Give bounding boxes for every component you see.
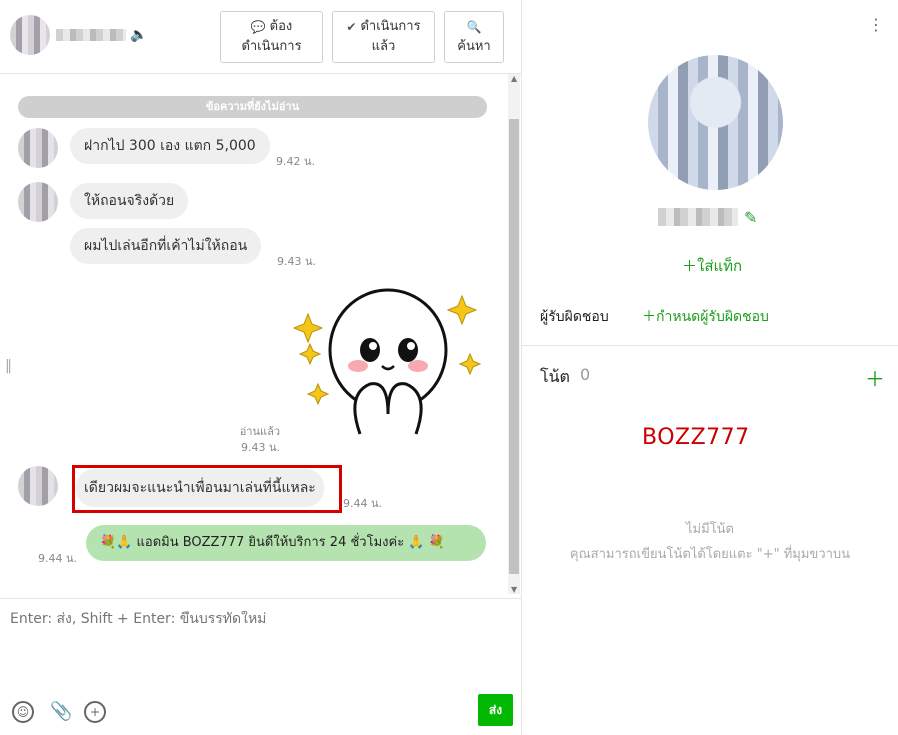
pencil-icon[interactable]: ✎ (744, 208, 757, 227)
chat-pane: 🔈 💬 ต้อง ดำเนินการ ✔ ดำเนินการ แล้ว 🔍 ค้นห… (0, 0, 522, 735)
message-time: 9.44 น. (343, 497, 383, 510)
resize-handle[interactable]: ‖ (5, 358, 12, 374)
follow-up-button[interactable]: 💬 ต้อง ดำเนินการ (220, 11, 323, 63)
resolved-label-1: ดำเนินการ (360, 19, 421, 34)
add-tag-label: ใส่แท็ก (697, 257, 743, 275)
add-tag-button[interactable]: ＋ใส่แท็ก (682, 254, 742, 278)
follow-up-label-2: ดำเนินการ (241, 39, 302, 54)
outgoing-message: 💐🙏 แอดมิน BOZZ777 ยินดีให้บริการ 24 ชั่ว… (86, 525, 486, 561)
assign-label: กำหนดผู้รับผิดชอบ (656, 309, 769, 325)
sticker-image (292, 288, 482, 435)
attachment-icon[interactable]: 📎 (50, 701, 72, 722)
notes-count: 0 (580, 365, 591, 384)
empty-notes-description: คุณสามารถเขียนโน้ตได้โดยแตะ "+" ที่มุมขว… (569, 547, 851, 562)
contact-avatar[interactable] (10, 15, 50, 55)
add-note-icon[interactable]: ＋ (865, 363, 885, 392)
scroll-thumb[interactable] (509, 119, 519, 574)
sender-avatar[interactable] (18, 466, 58, 506)
notes-title: โน้ต (540, 367, 570, 386)
composer: ☺ 📎 + ส่ง (0, 598, 522, 735)
emoji-left: 💐🙏 (100, 535, 133, 550)
divider (522, 345, 898, 346)
sender-avatar[interactable] (18, 128, 58, 168)
assign-button[interactable]: ＋กำหนดผู้รับผิดชอบ (642, 306, 769, 328)
brand-note: BOZZ777 (642, 425, 750, 450)
profile-pane: ⋮ ✎ ＋ใส่แท็ก ผู้รับผิดชอบ ＋กำหนดผู้รับผิ… (522, 0, 898, 735)
scroll-down-arrow[interactable]: ▼ (511, 585, 517, 594)
follow-up-label-1: ต้อง (269, 19, 293, 34)
more-options-icon[interactable]: ⋮ (868, 17, 884, 33)
unread-divider: ข้อความที่ยังไม่อ่าน (18, 96, 487, 118)
emoji-icon[interactable]: ☺ (12, 701, 34, 723)
message-time: 9.42 น. (276, 155, 316, 168)
search-label: ค้นหา (457, 39, 491, 54)
add-icon[interactable]: + (84, 701, 106, 723)
message-input[interactable] (10, 611, 510, 627)
send-button[interactable]: ส่ง (478, 694, 513, 726)
profile-avatar[interactable] (648, 55, 783, 190)
read-receipt: อ่านแล้ว (239, 425, 280, 438)
emoji-right: 🙏 💐 (408, 535, 445, 550)
assignee-label: ผู้รับผิดชอบ (540, 309, 609, 325)
plus-icon: ＋ (682, 257, 698, 275)
outgoing-text: แอดมิน BOZZ777 ยินดีให้บริการ 24 ชั่วโมง… (136, 535, 405, 550)
chat-header: 🔈 💬 ต้อง ดำเนินการ ✔ ดำเนินการ แล้ว 🔍 ค้นห… (0, 0, 522, 74)
message-time: 9.43 น. (277, 255, 317, 268)
resolved-button[interactable]: ✔ ดำเนินการ แล้ว (332, 11, 435, 63)
message-list[interactable]: ข้อความที่ยังไม่อ่าน ฝากไป 300 เอง แตก 5… (0, 74, 522, 598)
message-bubble: ผมไปเล่นอีกที่เค้าไม่ให้ถอน (70, 228, 262, 264)
chat-bubble-icon: 💬 (250, 20, 266, 34)
contact-name-blurred[interactable] (56, 29, 126, 41)
outgoing-time: 9.44 น. (38, 552, 78, 565)
message-bubble: ฝากไป 300 เอง แตก 5,000 (70, 128, 270, 164)
read-time: 9.43 น. (240, 441, 280, 454)
search-button[interactable]: 🔍 ค้นหา (444, 11, 504, 63)
profile-name-blurred (658, 208, 738, 226)
empty-notes-title: ไม่มีโน้ต (686, 522, 734, 537)
app-root: 🔈 💬 ต้อง ดำเนินการ ✔ ดำเนินการ แล้ว 🔍 ค้นห… (0, 0, 898, 735)
highlight-annotation (72, 465, 342, 513)
scroll-up-arrow[interactable]: ▲ (511, 74, 517, 83)
scrollbar[interactable]: ▲ ▼ (508, 74, 520, 594)
search-icon: 🔍 (466, 20, 482, 34)
plus-icon: ＋ (642, 309, 656, 325)
speaker-icon[interactable]: 🔈 (130, 27, 147, 43)
message-bubble: ให้ถอนจริงด้วย (70, 183, 189, 219)
check-bubble-icon: ✔ (346, 20, 357, 34)
resolved-label-2: แล้ว (371, 39, 396, 54)
sender-avatar[interactable] (18, 182, 58, 222)
